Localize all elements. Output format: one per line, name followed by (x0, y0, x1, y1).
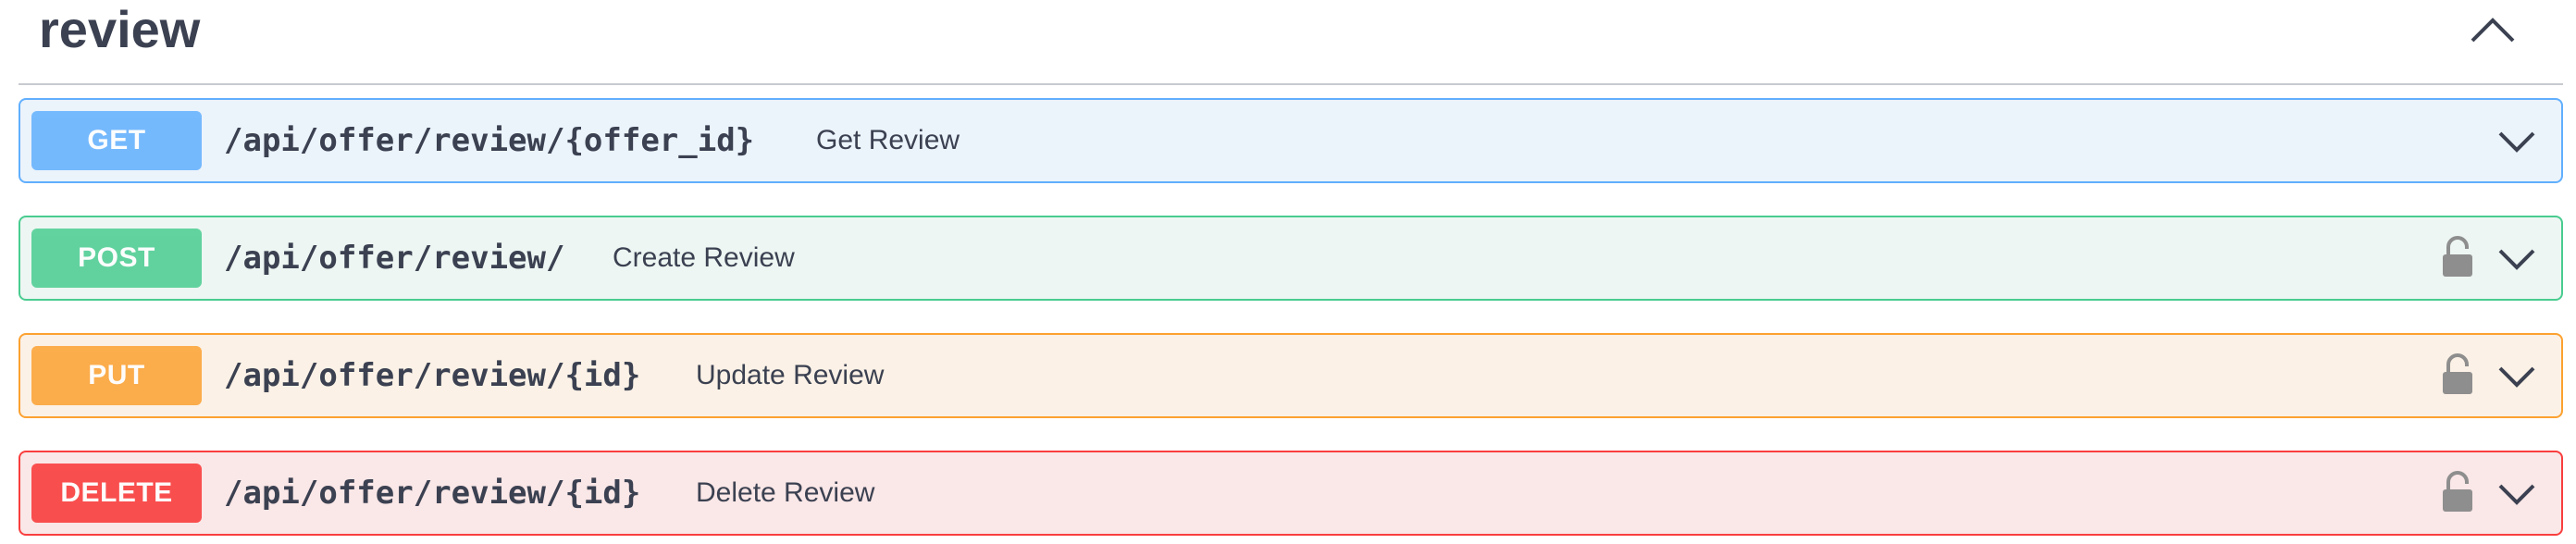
endpoint-summary: Delete Review (696, 477, 875, 508)
lock-icon[interactable] (2439, 236, 2476, 278)
chevron-down-icon[interactable] (2495, 475, 2539, 512)
chevron-down-icon[interactable] (2495, 122, 2539, 159)
operation-get-review[interactable]: GET /api/offer/review/{offer_id} Get Rev… (19, 98, 2563, 183)
endpoint-summary: Update Review (696, 360, 885, 390)
lock-icon[interactable] (2439, 471, 2476, 513)
method-badge: DELETE (31, 464, 202, 523)
endpoint-path: /api/offer/review/{id} (224, 475, 641, 512)
endpoint-path: /api/offer/review/ (224, 240, 565, 277)
operation-delete-review[interactable]: DELETE /api/offer/review/{id} Delete Rev… (19, 451, 2563, 536)
section-title: review (39, 0, 201, 58)
operation-update-review[interactable]: PUT /api/offer/review/{id} Update Review (19, 333, 2563, 418)
endpoint-path: /api/offer/review/{id} (224, 357, 641, 394)
chevron-down-icon[interactable] (2495, 357, 2539, 394)
endpoint-summary: Get Review (816, 125, 960, 155)
operation-create-review[interactable]: POST /api/offer/review/ Create Review (19, 216, 2563, 301)
endpoint-summary: Create Review (613, 242, 795, 273)
lock-icon[interactable] (2439, 353, 2476, 396)
chevron-up-icon[interactable] (2467, 9, 2519, 50)
method-badge: PUT (31, 346, 202, 405)
method-badge: GET (31, 111, 202, 170)
chevron-down-icon[interactable] (2495, 240, 2539, 277)
method-badge: POST (31, 229, 202, 288)
section-header-review[interactable]: review (19, 0, 2563, 85)
endpoint-path: /api/offer/review/{offer_id} (224, 122, 755, 159)
